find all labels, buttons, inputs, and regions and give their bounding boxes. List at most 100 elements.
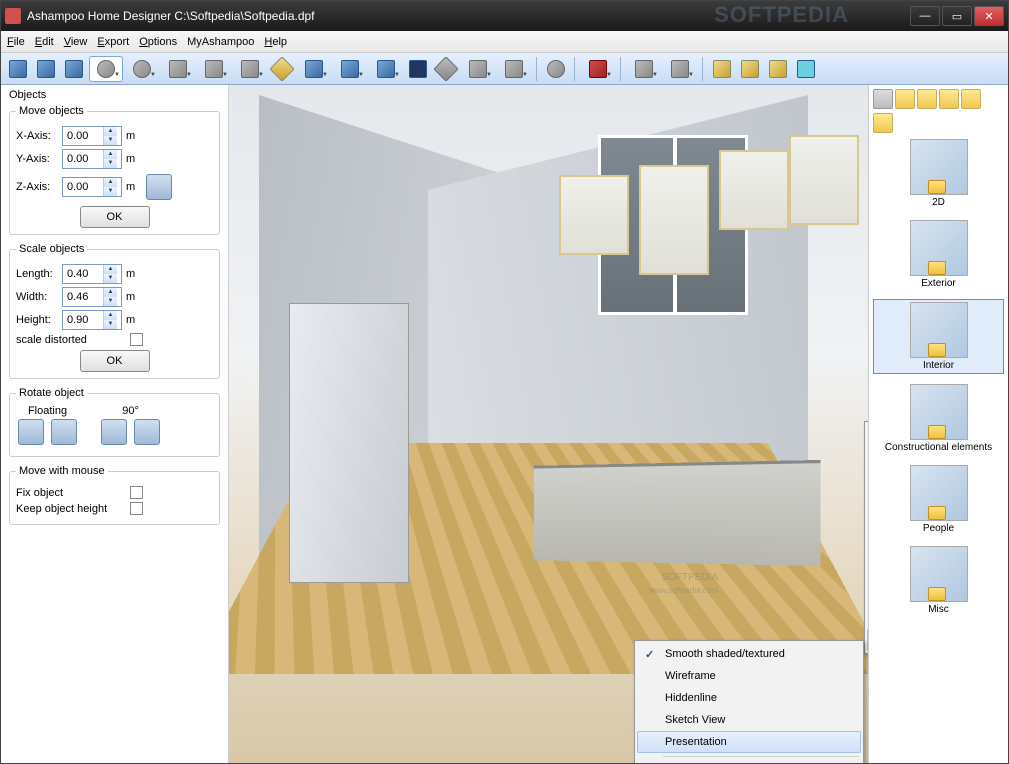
tool-grid[interactable]	[405, 56, 431, 82]
tool-redo[interactable]	[125, 56, 159, 82]
tool-slab[interactable]	[461, 56, 495, 82]
length-label: Length:	[16, 268, 58, 280]
menu-help[interactable]: Help	[264, 36, 287, 48]
3d-viewport[interactable]: SOFTPEDIA www.softpedia.com Show allLoad…	[229, 85, 868, 763]
catalog-tab-grid[interactable]	[895, 89, 915, 109]
catalog-tab-home[interactable]	[873, 89, 893, 109]
menu-item-save-as-image[interactable]: Save as image...	[867, 490, 868, 512]
tool-measure-3[interactable]	[765, 56, 791, 82]
x-axis-label: X-Axis:	[16, 130, 58, 142]
menu-item-add-measurement[interactable]: Add measurement	[867, 534, 868, 556]
tool-cut[interactable]	[793, 56, 819, 82]
x-axis-spinner[interactable]: ▲▼	[62, 126, 122, 146]
move-apply-icon[interactable]	[146, 174, 172, 200]
category-people[interactable]: People	[873, 463, 1004, 536]
minimize-button[interactable]: —	[910, 6, 940, 26]
toolbar	[1, 53, 1008, 85]
menu-myashampoo[interactable]: MyAshampoo	[187, 36, 254, 48]
category-misc[interactable]: Misc	[873, 544, 1004, 617]
objects-panel: Objects Move objects X-Axis: ▲▼ m Y-Axis…	[1, 85, 229, 763]
tool-measure-2[interactable]	[737, 56, 763, 82]
move-ok-button[interactable]: OK	[80, 206, 150, 228]
height-input[interactable]	[63, 314, 103, 326]
tool-box-3[interactable]	[369, 56, 403, 82]
menu-item-add-snap-points[interactable]: Add snap points	[867, 512, 868, 534]
catalog-tab-up[interactable]	[939, 89, 959, 109]
rotate-90-right[interactable]	[134, 419, 160, 445]
maximize-button[interactable]: ▭	[942, 6, 972, 26]
menu-item-load-object[interactable]: Load object...	[867, 446, 868, 468]
menu-item-background[interactable]: Background	[867, 607, 868, 629]
tool-zoom[interactable]	[543, 56, 569, 82]
tool-measure-1[interactable]	[709, 56, 735, 82]
scale-distorted-checkbox[interactable]	[130, 333, 143, 346]
mouse-legend: Move with mouse	[16, 465, 108, 477]
category-exterior[interactable]: Exterior	[873, 218, 1004, 291]
tool-floor[interactable]	[433, 56, 459, 82]
tool-diamond[interactable]	[269, 56, 295, 82]
tool-render[interactable]	[581, 56, 615, 82]
menu-item-hiddenline[interactable]: Hiddenline	[637, 687, 861, 709]
toolbar-separator	[536, 57, 538, 81]
rotate-float-left[interactable]	[18, 419, 44, 445]
catalog-tab-folder[interactable]	[873, 113, 893, 133]
menu-item-wireframe[interactable]: Wireframe	[637, 665, 861, 687]
tool-room-2[interactable]	[197, 56, 231, 82]
unit-m: m	[126, 130, 136, 142]
width-input[interactable]	[63, 291, 103, 303]
menu-view[interactable]: View	[64, 36, 88, 48]
y-axis-input[interactable]	[63, 153, 103, 165]
close-button[interactable]: ✕	[974, 6, 1004, 26]
menu-item-raytrace[interactable]: Raytrace	[867, 468, 868, 490]
y-axis-spinner[interactable]: ▲▼	[62, 149, 122, 169]
fix-object-checkbox[interactable]	[130, 486, 143, 499]
rotate-90-left[interactable]	[101, 419, 127, 445]
unit-m: m	[126, 153, 136, 165]
length-spinner[interactable]: ▲▼	[62, 264, 122, 284]
length-input[interactable]	[63, 268, 103, 280]
move-with-mouse-group: Move with mouse Fix object Keep object h…	[9, 465, 220, 525]
height-spinner[interactable]: ▲▼	[62, 310, 122, 330]
menu-file[interactable]: File	[7, 36, 25, 48]
keep-height-checkbox[interactable]	[130, 502, 143, 515]
menu-item-presentation[interactable]: Presentation	[637, 731, 861, 753]
catalog-tab-text[interactable]	[917, 89, 937, 109]
menu-item-display-mode[interactable]: Display mode	[867, 629, 868, 651]
menu-edit[interactable]: Edit	[35, 36, 54, 48]
menu-item-sketch-view[interactable]: Sketch View	[637, 709, 861, 731]
category-2d[interactable]: 2D	[873, 137, 1004, 210]
titlebar: Ashampoo Home Designer C:\Softpedia\Soft…	[1, 1, 1008, 31]
menu-item-raytrace-options[interactable]: Raytrace options	[867, 578, 868, 600]
unit-m: m	[126, 314, 136, 326]
tool-room-1[interactable]	[161, 56, 195, 82]
rotate-float-right[interactable]	[51, 419, 77, 445]
category-interior[interactable]: Interior	[873, 299, 1004, 374]
move-legend: Move objects	[16, 105, 87, 117]
x-axis-input[interactable]	[63, 130, 103, 142]
tool-room-3[interactable]	[233, 56, 267, 82]
width-spinner[interactable]: ▲▼	[62, 287, 122, 307]
scale-legend: Scale objects	[16, 243, 87, 255]
tool-box-1[interactable]	[297, 56, 331, 82]
menu-item-show-all[interactable]: Show all	[867, 424, 868, 446]
tool-view-1[interactable]	[627, 56, 661, 82]
tool-01[interactable]	[5, 56, 31, 82]
menu-item-add-measurement-connected[interactable]: Add measurement (Connected)	[867, 556, 868, 578]
category-constructional-elements[interactable]: Constructional elements	[873, 382, 1004, 455]
z-axis-spinner[interactable]: ▲▼	[62, 177, 122, 197]
menu-export[interactable]: Export	[97, 36, 129, 48]
z-axis-input[interactable]	[63, 181, 103, 193]
folder-icon	[928, 343, 946, 357]
menu-item-smooth-shaded-textured[interactable]: Smooth shaded/textured	[637, 643, 861, 665]
tool-slab-2[interactable]	[497, 56, 531, 82]
tool-undo[interactable]	[89, 56, 123, 82]
height-label: Height:	[16, 314, 58, 326]
tool-03[interactable]	[61, 56, 87, 82]
tool-box-2[interactable]	[333, 56, 367, 82]
scale-ok-button[interactable]: OK	[80, 350, 150, 372]
menu-item-orthographic-view[interactable]: Orthographic view	[637, 760, 861, 763]
tool-view-2[interactable]	[663, 56, 697, 82]
menu-options[interactable]: Options	[139, 36, 177, 48]
catalog-tab-camera[interactable]	[961, 89, 981, 109]
tool-02[interactable]	[33, 56, 59, 82]
